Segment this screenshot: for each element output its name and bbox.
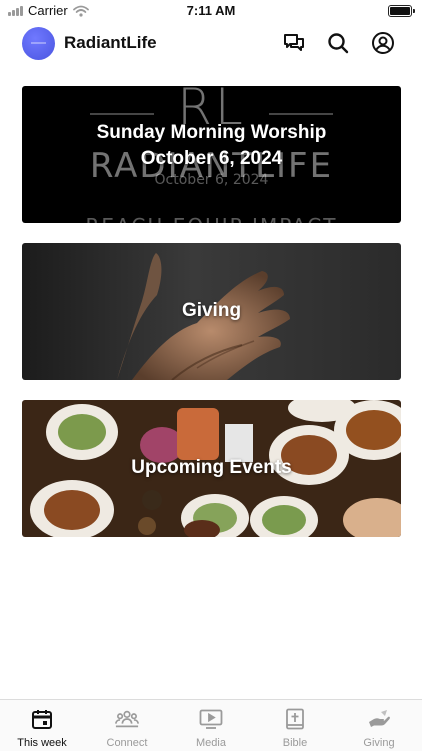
status-time: 7:11 AM <box>186 3 236 18</box>
worship-title: Sunday Morning Worship <box>96 122 327 143</box>
tab-this-week[interactable]: This week <box>0 700 84 751</box>
app-header: RadiantLife <box>0 24 422 64</box>
account-icon[interactable] <box>370 30 396 56</box>
app-title: RadiantLife <box>64 33 157 52</box>
calendar-icon <box>30 708 54 730</box>
tab-label: Giving <box>363 737 395 749</box>
app-logo[interactable] <box>22 27 55 60</box>
logo-tagline: REACH EQUIP IMPACT <box>22 214 401 223</box>
tab-giving[interactable]: Giving <box>337 700 421 751</box>
events-title: Upcoming Events <box>131 457 292 478</box>
play-icon <box>199 708 223 730</box>
tab-bible[interactable]: Bible <box>253 700 337 751</box>
tab-connect[interactable]: Connect <box>85 700 169 751</box>
tab-label: Bible <box>282 737 308 749</box>
tab-bar: This week Connect Media Bible Giving <box>0 699 422 751</box>
worship-date: October 6, 2024 <box>140 148 283 169</box>
events-card[interactable]: Upcoming Events <box>22 400 401 537</box>
tab-media[interactable]: Media <box>169 700 253 751</box>
tab-label: Connect <box>106 737 148 749</box>
status-bar: Carrier 7:11 AM <box>0 0 422 22</box>
hand-icon <box>367 708 391 730</box>
search-icon[interactable] <box>325 30 351 56</box>
tab-label: This week <box>17 737 67 749</box>
giving-title: Giving <box>181 300 242 321</box>
tab-label: Media <box>196 737 226 749</box>
worship-card[interactable]: RL RADIANTLIFE REACH EQUIP IMPACT Sunday… <box>22 86 401 223</box>
giving-card[interactable]: Giving <box>22 243 401 380</box>
battery-icon <box>388 5 415 17</box>
bible-icon <box>283 708 307 730</box>
people-icon <box>115 708 139 730</box>
chat-icon[interactable] <box>281 30 307 56</box>
worship-date-watermark: October 6, 2024 <box>154 172 269 188</box>
